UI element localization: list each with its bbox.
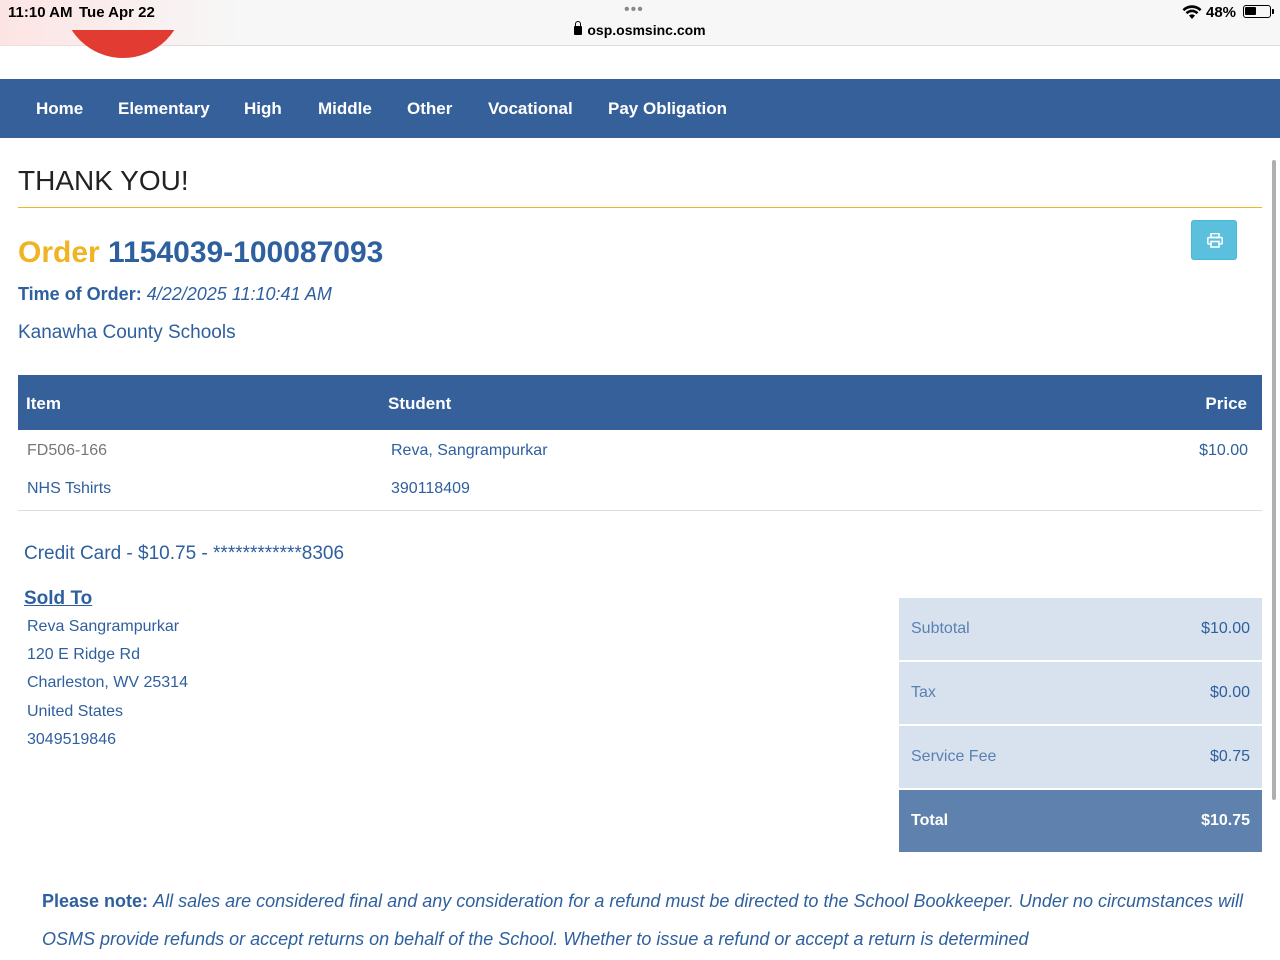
nav-elementary[interactable]: Elementary (118, 99, 210, 119)
refund-note: Please note: All sales are considered fi… (42, 882, 1262, 958)
total-row: Total $10.75 (899, 790, 1262, 852)
title-divider (18, 207, 1262, 208)
time-of-order-value: 4/22/2025 11:10:41 AM (146, 284, 332, 304)
column-header-price: Price (1205, 394, 1247, 413)
total-value: $10.75 (1201, 812, 1250, 829)
table-divider (18, 510, 1262, 511)
nav-middle[interactable]: Middle (318, 99, 372, 119)
sold-to-city: Charleston, WV 25314 (27, 674, 188, 691)
main-navbar: Home Elementary High Middle Other Vocati… (0, 79, 1280, 138)
items-table-header: Item Student Price (18, 375, 1262, 430)
order-heading: Order 1154039-100087093 (18, 236, 383, 270)
url-text: osp.osmsinc.com (587, 22, 706, 38)
column-header-student: Student (388, 394, 452, 413)
tax-label: Tax (911, 684, 936, 701)
nav-high[interactable]: High (244, 99, 282, 119)
service-fee-label: Service Fee (911, 748, 997, 765)
sold-to-street: 120 E Ridge Rd (27, 646, 140, 663)
tax-row: Tax $0.00 (899, 662, 1262, 724)
status-bar: 11:10 AM Tue Apr 22 ••• osp.osmsinc.com … (0, 0, 1280, 58)
service-fee-value: $0.75 (1209, 748, 1250, 765)
item-price: $10.00 (1199, 442, 1248, 459)
nav-other[interactable]: Other (407, 99, 452, 119)
item-name: NHS Tshirts (27, 480, 112, 497)
time-of-order: Time of Order: 4/22/2025 11:10:41 AM (18, 284, 332, 305)
battery-icon (1243, 5, 1274, 18)
status-date: Tue Apr 22 (79, 4, 155, 21)
lock-icon (574, 21, 583, 35)
subtotal-label: Subtotal (911, 620, 970, 637)
battery-percent: 48% (1206, 4, 1237, 21)
wifi-icon (1182, 5, 1202, 19)
sold-to-phone: 3049519846 (27, 731, 116, 748)
order-label: Order (18, 236, 100, 269)
order-number: 1154039-100087093 (108, 236, 384, 269)
column-header-item: Item (26, 394, 61, 413)
payment-method: Credit Card - $10.75 - ************8306 (24, 543, 345, 564)
note-text: All sales are considered final and any c… (42, 891, 1243, 949)
sold-to-name: Reva Sangrampurkar (27, 618, 180, 635)
address-bar[interactable]: osp.osmsinc.com (0, 21, 1280, 38)
nav-pay-obligation[interactable]: Pay Obligation (608, 99, 727, 119)
order-totals: Subtotal $10.00 Tax $0.00 Service Fee $0… (899, 598, 1262, 852)
student-id: 390118409 (391, 480, 470, 497)
district-name: Kanawha County Schools (18, 322, 236, 343)
item-code: FD506-166 (27, 442, 108, 459)
browser-more-icon[interactable]: ••• (624, 1, 644, 19)
sold-to-heading: Sold To (24, 588, 93, 609)
time-of-order-label: Time of Order: (18, 284, 142, 304)
subtotal-value: $10.00 (1201, 620, 1250, 637)
student-name: Reva, Sangrampurkar (391, 442, 548, 459)
page-title: THANK YOU! (18, 165, 189, 196)
note-label: Please note: (42, 891, 149, 911)
printer-icon (1207, 233, 1223, 248)
page-scrollbar[interactable] (1272, 160, 1276, 800)
sold-to-country: United States (27, 703, 124, 720)
nav-home[interactable]: Home (36, 99, 83, 119)
subtotal-row: Subtotal $10.00 (899, 598, 1262, 660)
tax-value: $0.00 (1209, 684, 1250, 701)
print-button[interactable] (1191, 220, 1237, 260)
nav-vocational[interactable]: Vocational (488, 99, 573, 119)
service-fee-row: Service Fee $0.75 (899, 726, 1262, 788)
total-label: Total (911, 812, 949, 829)
status-time: 11:10 AM (8, 4, 73, 21)
